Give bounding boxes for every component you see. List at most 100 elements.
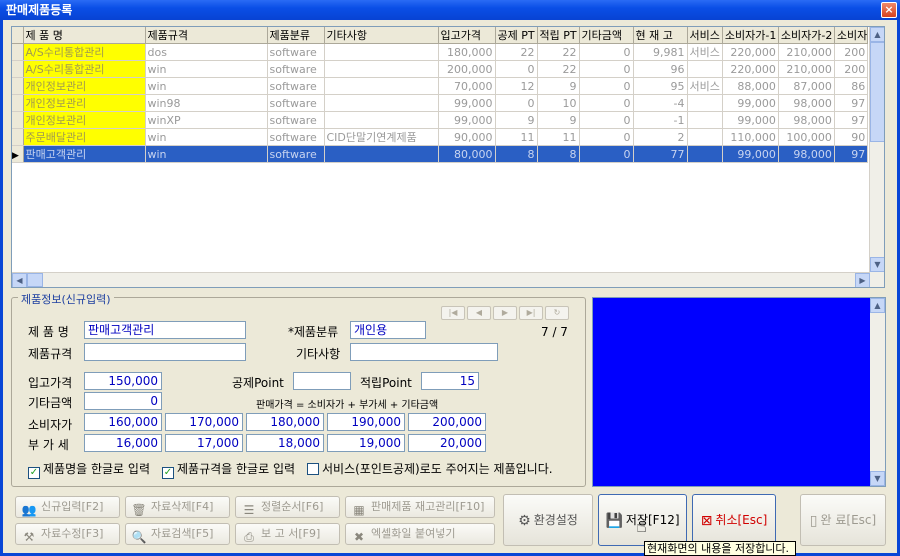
table-cell[interactable]: software [267, 94, 325, 112]
scroll-thumb[interactable] [870, 42, 884, 142]
sort-button[interactable]: ☰ 정렬순서[F6] [235, 496, 340, 518]
column-header[interactable]: 제품규격 [145, 27, 268, 44]
table-row[interactable]: 주문배달관리 win software CID단말기연계제품 90,000 11 11 0 2 1… [12, 128, 869, 146]
table-cell[interactable]: 96 [633, 60, 688, 78]
column-header[interactable]: 적립 PT [537, 27, 580, 44]
accrue-point-field[interactable]: 15 [421, 372, 479, 390]
grid-vertical-scrollbar[interactable]: ▲ ▼ [869, 27, 884, 287]
delete-button[interactable]: 🗑 자료삭제[F4] [125, 496, 230, 518]
table-cell[interactable]: win [145, 77, 268, 95]
retail-price-1[interactable]: 160,000 [84, 413, 162, 431]
column-header[interactable]: 서비스 [687, 27, 723, 44]
table-row[interactable]: A/S수리통합관리 win software 200,000 0 22 0 96 220,000… [12, 60, 869, 78]
table-cell[interactable]: 99,000 [722, 145, 779, 163]
table-cell[interactable]: 11 [495, 128, 538, 146]
table-cell[interactable] [324, 111, 439, 129]
table-cell[interactable]: 110,000 [722, 128, 779, 146]
table-cell[interactable]: software [267, 128, 325, 146]
table-cell[interactable]: 99,000 [438, 94, 496, 112]
table-cell[interactable]: 8 [495, 145, 538, 163]
table-cell[interactable]: 0 [579, 60, 634, 78]
table-cell[interactable]: 97 [834, 145, 869, 163]
refresh-icon[interactable]: ↻ [545, 306, 569, 320]
table-cell[interactable]: 95 [633, 77, 688, 95]
row-indicator[interactable] [12, 111, 24, 129]
table-cell[interactable]: 210,000 [778, 43, 835, 61]
column-header[interactable]: 소비자가-1 [722, 27, 779, 44]
table-cell[interactable]: 180,000 [438, 43, 496, 61]
table-cell[interactable]: 0 [579, 145, 634, 163]
service-checkbox[interactable]: 서비스(포인트공제)로도 주어지는 제품입니다. [307, 460, 553, 477]
table-cell[interactable]: 98,000 [778, 145, 835, 163]
table-cell[interactable]: dos [145, 43, 268, 61]
table-cell[interactable]: 87,000 [778, 77, 835, 95]
prev-record-icon[interactable]: ◀ [467, 306, 491, 320]
name-field[interactable]: 판매고객관리 [84, 321, 246, 339]
column-header[interactable]: 기타사항 [324, 27, 439, 44]
column-header[interactable]: 소비자가-2 [778, 27, 835, 44]
table-cell[interactable]: A/S수리통합관리 [23, 43, 146, 61]
excel-paste-button[interactable]: ✖ 엑셀화일 붙여넣기 [345, 523, 495, 545]
table-cell[interactable]: 90,000 [438, 128, 496, 146]
table-cell[interactable] [324, 145, 439, 163]
table-cell[interactable] [687, 145, 723, 163]
report-button[interactable]: ⎙ 보 고 서[F9] [235, 523, 340, 545]
table-cell[interactable]: 77 [633, 145, 688, 163]
table-cell[interactable]: 0 [579, 94, 634, 112]
table-cell[interactable] [324, 77, 439, 95]
vat-4[interactable]: 19,000 [327, 434, 405, 452]
row-indicator[interactable] [12, 128, 24, 146]
search-button[interactable]: 🔍 자료검색[F5] [125, 523, 230, 545]
h-scroll-thumb[interactable] [27, 273, 43, 287]
table-cell[interactable]: 9,981 [633, 43, 688, 61]
table-cell[interactable]: win98 [145, 94, 268, 112]
scroll-down-icon[interactable]: ▼ [870, 257, 884, 272]
row-indicator[interactable] [12, 43, 24, 61]
panel-scrollbar[interactable]: ▲ ▼ [870, 298, 885, 486]
retail-price-5[interactable]: 200,000 [408, 413, 486, 431]
column-header[interactable]: 공제 PT [495, 27, 538, 44]
table-cell[interactable]: 99,000 [438, 111, 496, 129]
table-cell[interactable]: 22 [537, 60, 580, 78]
product-grid[interactable]: 제 품 명 제품규격 제품분류 기타사항 입고가격 공제 PT 적립 PT 기타금액 현 재 고… [11, 26, 885, 288]
row-indicator[interactable] [12, 60, 24, 78]
table-cell[interactable]: win [145, 60, 268, 78]
table-cell[interactable]: 22 [495, 43, 538, 61]
table-cell[interactable]: software [267, 60, 325, 78]
table-cell[interactable]: -4 [633, 94, 688, 112]
deduct-point-field[interactable] [293, 372, 351, 390]
table-cell[interactable]: 10 [537, 94, 580, 112]
cost-field[interactable]: 150,000 [84, 372, 162, 390]
column-header[interactable]: 제 품 명 [23, 27, 146, 44]
table-cell[interactable]: 98,000 [778, 111, 835, 129]
table-cell[interactable]: 80,000 [438, 145, 496, 163]
table-cell[interactable]: 서비스 [687, 43, 723, 61]
table-cell[interactable]: software [267, 145, 325, 163]
table-cell[interactable]: 0 [495, 60, 538, 78]
table-cell[interactable]: 9 [495, 111, 538, 129]
table-cell[interactable]: 100,000 [778, 128, 835, 146]
scroll-up-icon[interactable]: ▲ [870, 298, 885, 313]
table-cell[interactable]: 200,000 [438, 60, 496, 78]
table-cell[interactable] [324, 60, 439, 78]
table-cell[interactable] [687, 60, 723, 78]
table-cell[interactable] [687, 111, 723, 129]
category-field[interactable]: 개인용 [350, 321, 426, 339]
table-cell[interactable]: 0 [579, 77, 634, 95]
table-row[interactable]: 개인정보관리 win98 software 99,000 0 10 0 -4 99,000 98,… [12, 94, 869, 112]
table-cell[interactable]: 70,000 [438, 77, 496, 95]
column-header[interactable]: 기타금액 [579, 27, 634, 44]
table-cell[interactable]: 88,000 [722, 77, 779, 95]
vat-5[interactable]: 20,000 [408, 434, 486, 452]
column-header[interactable]: 소비자 [834, 27, 869, 44]
done-button[interactable]: ▯ 완 료[Esc] [800, 494, 886, 546]
table-cell[interactable]: 200 [834, 60, 869, 78]
column-header[interactable]: 입고가격 [438, 27, 496, 44]
retail-price-4[interactable]: 190,000 [327, 413, 405, 431]
vat-3[interactable]: 18,000 [246, 434, 324, 452]
next-record-icon[interactable]: ▶ [493, 306, 517, 320]
table-cell[interactable]: 9 [537, 111, 580, 129]
table-cell[interactable]: 22 [537, 43, 580, 61]
table-cell[interactable]: 210,000 [778, 60, 835, 78]
table-row[interactable]: 개인정보관리 winXP software 99,000 9 9 0 -1 99,000 98,0… [12, 111, 869, 129]
